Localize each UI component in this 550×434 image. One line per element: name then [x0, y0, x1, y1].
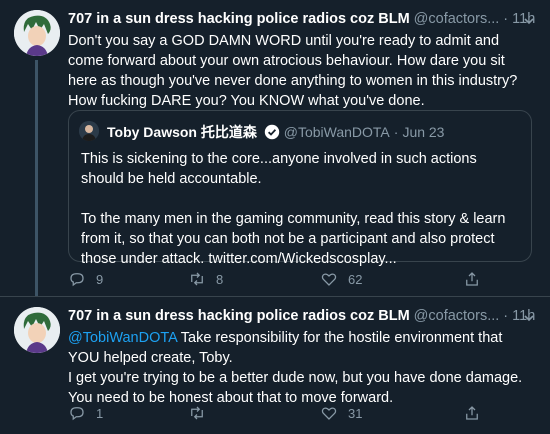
share-icon	[466, 406, 478, 420]
quoted-display-name[interactable]: Toby Dawson 托比道森	[107, 124, 257, 140]
avatar[interactable]	[14, 307, 60, 353]
display-name[interactable]: 707 in a sun dress hacking police radios…	[68, 308, 410, 324]
quoted-avatar[interactable]	[79, 121, 99, 141]
retweet-button[interactable]	[188, 404, 216, 422]
reply-count: 1	[96, 405, 104, 421]
tweet-actions: 1 31	[68, 404, 488, 424]
reply-icon	[70, 407, 84, 421]
tweet-text: Don't you say a GOD DAMN WORD until you'…	[68, 33, 518, 109]
tweet[interactable]: 707 in a sun dress hacking police radios…	[0, 297, 550, 434]
quoted-paragraph: This is sickening to the core...anyone i…	[81, 151, 477, 187]
retweet-button[interactable]: 8	[188, 270, 223, 288]
user-handle[interactable]: @cofactors...	[414, 11, 500, 27]
retweet-icon	[191, 272, 203, 286]
quoted-paragraph: To the many men in the gaming community,…	[81, 211, 506, 267]
like-button[interactable]: 62	[320, 270, 362, 288]
like-count: 31	[348, 405, 363, 421]
quoted-header: Toby Dawson 托比道森 @TobiWanDOTA · Jun 23	[107, 122, 444, 142]
share-button[interactable]	[463, 404, 491, 422]
like-button[interactable]: 31	[320, 404, 362, 422]
retweet-count: 8	[216, 271, 224, 287]
quoted-date[interactable]: Jun 23	[402, 124, 444, 140]
avatar[interactable]	[14, 10, 60, 56]
chevron-down-icon[interactable]	[522, 311, 536, 325]
verified-badge-icon	[264, 124, 279, 140]
retweet-icon	[191, 406, 203, 420]
tweet-header: 707 in a sun dress hacking police radios…	[68, 308, 535, 324]
display-name[interactable]: 707 in a sun dress hacking police radios…	[68, 11, 410, 27]
separator-dot: ·	[503, 11, 509, 27]
mention-link[interactable]: @TobiWanDOTA	[68, 330, 177, 346]
thread-line	[35, 60, 38, 296]
like-count: 62	[348, 271, 363, 287]
reply-button[interactable]: 1	[68, 404, 103, 422]
quoted-tweet[interactable]: Toby Dawson 托比道森 @TobiWanDOTA · Jun 23 Thi…	[68, 110, 532, 267]
tweet-actions: 9 8 62	[68, 270, 488, 290]
separator-dot: ·	[393, 124, 399, 140]
like-icon	[321, 407, 337, 420]
share-icon	[466, 272, 478, 286]
reply-count: 9	[96, 271, 104, 287]
share-button[interactable]	[463, 270, 491, 288]
tweet[interactable]: 707 in a sun dress hacking police radios…	[0, 0, 550, 297]
tweet-header: 707 in a sun dress hacking police radios…	[68, 11, 535, 27]
separator-dot: ·	[503, 308, 509, 324]
reply-button[interactable]: 9	[68, 270, 103, 288]
tweet-text-line: I get you're trying to be a better dude …	[68, 370, 523, 406]
reply-icon	[70, 273, 84, 287]
quoted-text: This is sickening to the core...anyone i…	[81, 149, 521, 269]
like-icon	[321, 273, 337, 286]
quoted-handle[interactable]: @TobiWanDOTA	[284, 124, 390, 140]
user-handle[interactable]: @cofactors...	[414, 308, 500, 324]
tweet-text: @TobiWanDOTA Take responsibility for the…	[68, 328, 528, 408]
chevron-down-icon[interactable]	[522, 14, 536, 28]
